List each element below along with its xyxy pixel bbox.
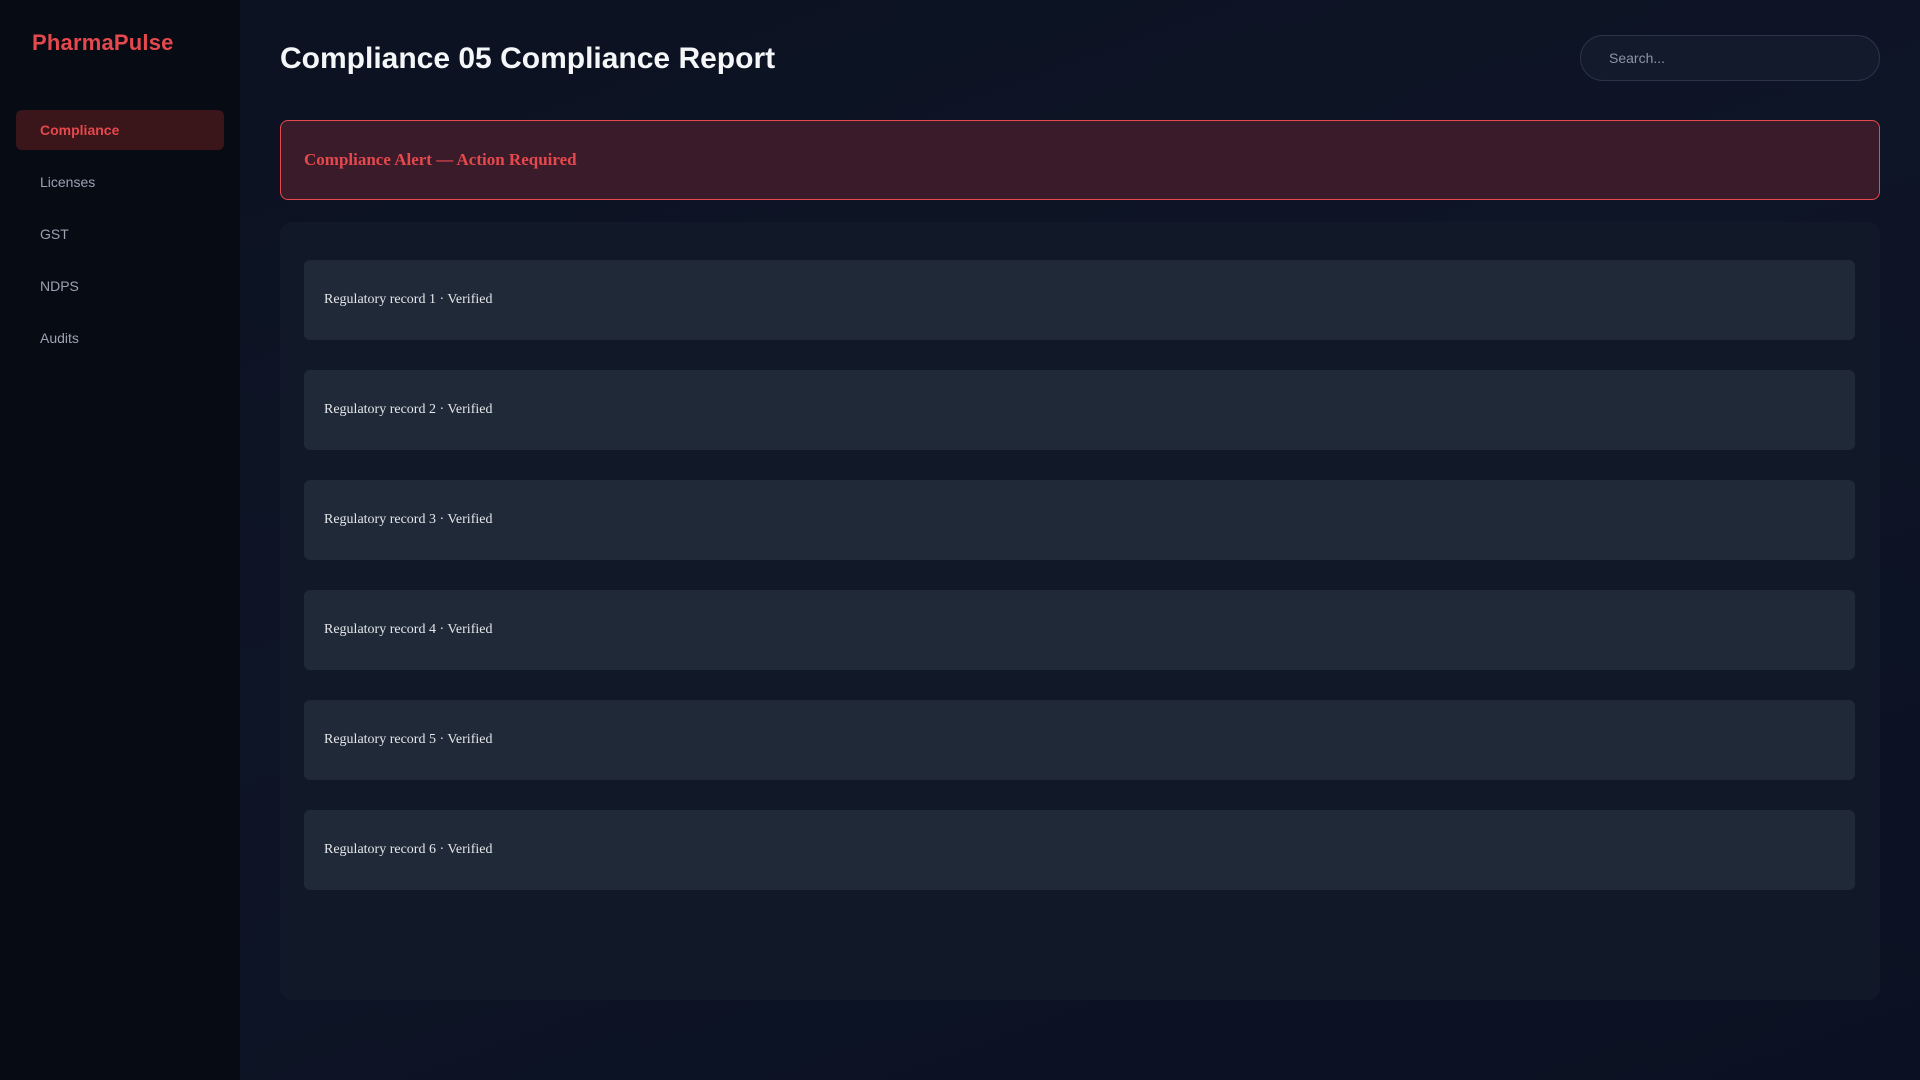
search-input[interactable] (1580, 35, 1880, 81)
page-title: Compliance 05 Compliance Report (280, 42, 776, 75)
main-content: Compliance 05 Compliance Report Complian… (280, 0, 1880, 1080)
record-item[interactable]: Regulatory record 1 · Verified (304, 260, 1855, 340)
sidebar-item-compliance[interactable]: Compliance (16, 110, 224, 150)
sidebar: PharmaPulse Compliance Licenses GST NDPS… (0, 0, 240, 1080)
sidebar-item-audits[interactable]: Audits (16, 318, 224, 358)
record-item[interactable]: Regulatory record 2 · Verified (304, 370, 1855, 450)
compliance-alert-banner: Compliance Alert — Action Required (280, 120, 1880, 200)
sidebar-item-licenses[interactable]: Licenses (16, 162, 224, 202)
sidebar-nav: Compliance Licenses GST NDPS Audits (16, 110, 224, 370)
sidebar-item-ndps[interactable]: NDPS (16, 266, 224, 306)
record-item[interactable]: Regulatory record 4 · Verified (304, 590, 1855, 670)
alert-text: Compliance Alert — Action Required (304, 150, 577, 169)
record-item[interactable]: Regulatory record 3 · Verified (304, 480, 1855, 560)
brand-logo[interactable]: PharmaPulse (32, 30, 174, 56)
record-item[interactable]: Regulatory record 6 · Verified (304, 810, 1855, 890)
sidebar-item-gst[interactable]: GST (16, 214, 224, 254)
record-item[interactable]: Regulatory record 5 · Verified (304, 700, 1855, 780)
records-panel: Regulatory record 1 · Verified Regulator… (280, 222, 1880, 1000)
